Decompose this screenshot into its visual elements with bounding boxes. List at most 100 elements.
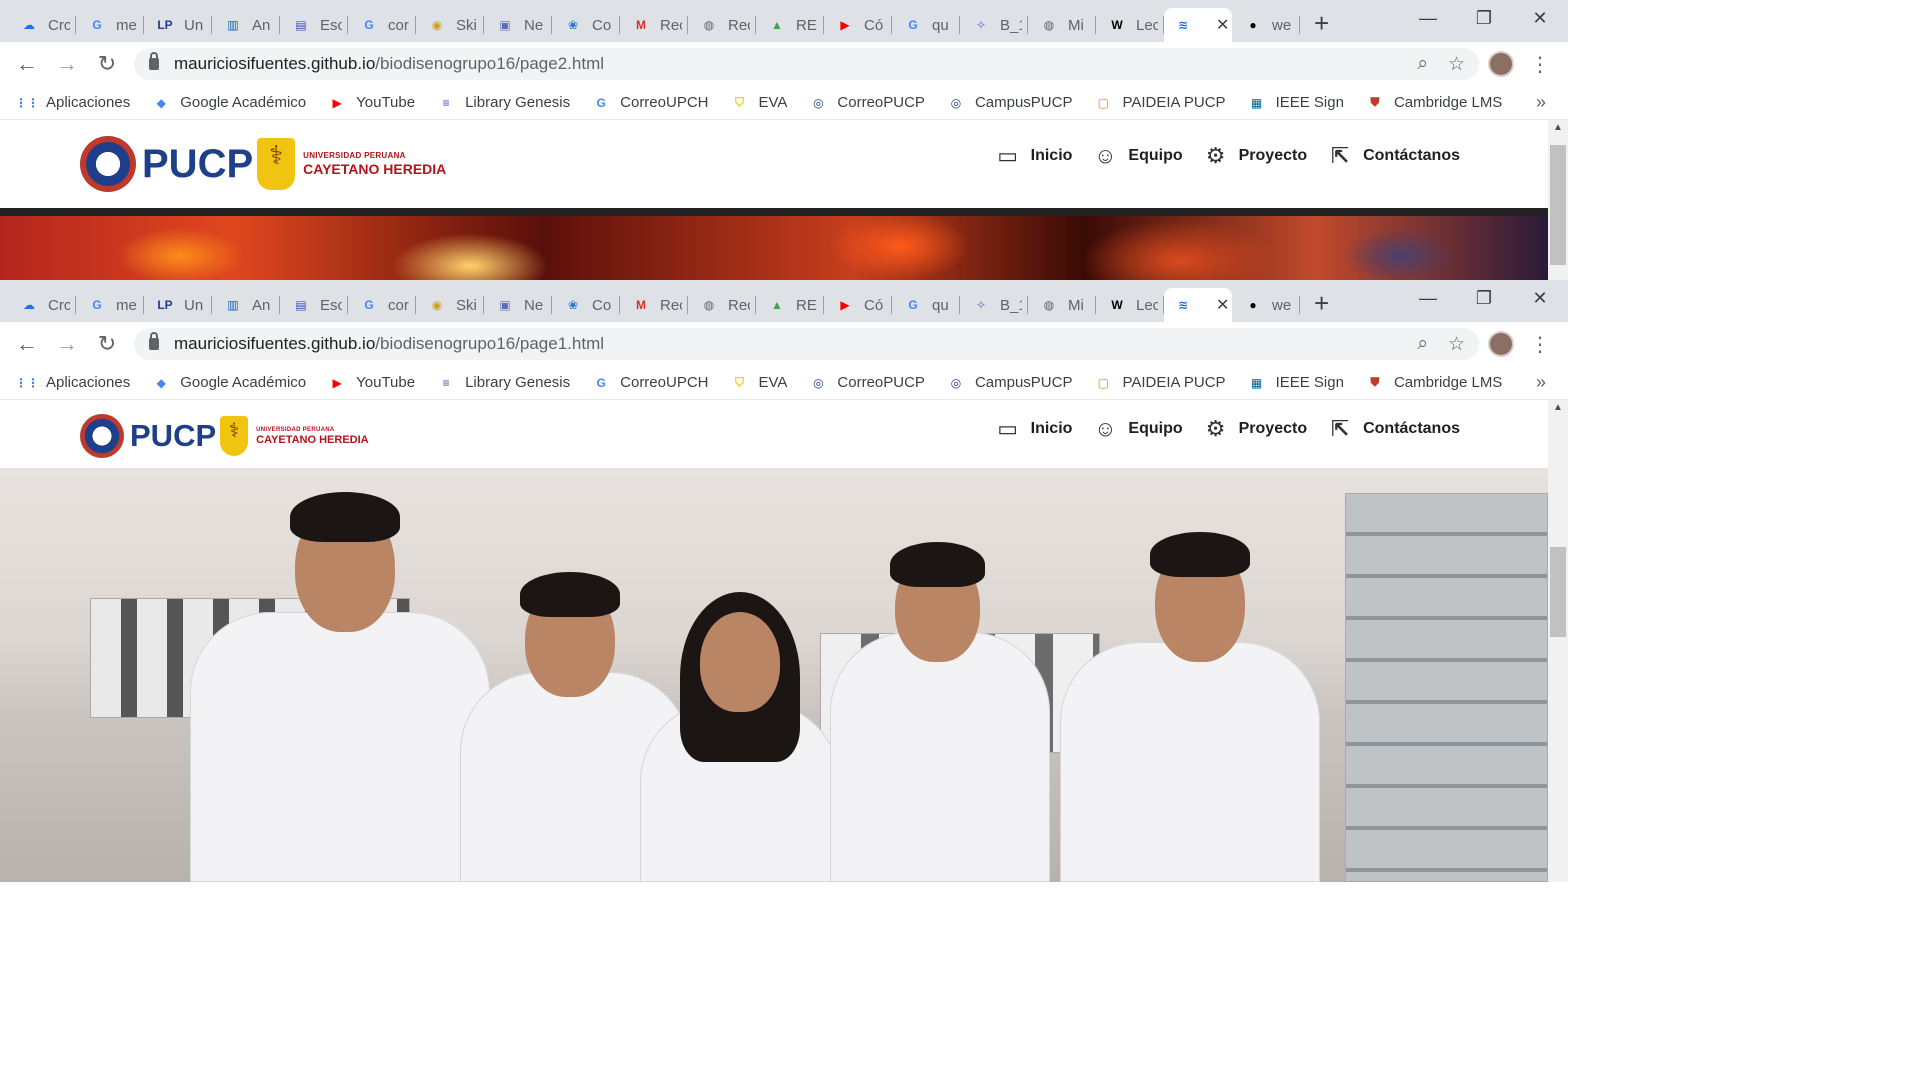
url-text[interactable]: mauriciosifuentes.github.io/biodisenogru… (174, 334, 604, 354)
browser-tab[interactable]: ● we (1232, 288, 1300, 322)
browser-tab[interactable]: ◉ Ski (416, 288, 484, 322)
browser-tab[interactable]: ▥ An (212, 288, 280, 322)
browser-tab-active[interactable]: ≋ ✕ (1164, 8, 1232, 42)
browser-tab[interactable]: W Lec (1096, 288, 1164, 322)
nav-link-equipo[interactable]: ☺ Equipo (1092, 416, 1182, 442)
bookmark-item[interactable]: ⛊ Cambridge LMS (1366, 374, 1502, 392)
bookmark-item[interactable]: ◎ CorreoPUCP (809, 374, 925, 392)
profile-avatar[interactable] (1488, 51, 1514, 77)
site-logo[interactable]: PUCP UNIVERSIDAD PERUANA CAYETANO HEREDI… (80, 136, 446, 192)
nav-link-proyecto[interactable]: ⚙ Proyecto (1203, 143, 1307, 169)
browser-tab[interactable]: LP Un (144, 288, 212, 322)
browser-tab[interactable]: ▤ Esc (280, 8, 348, 42)
bookmark-item[interactable]: ⋮⋮ Aplicaciones (15, 94, 130, 112)
bookmark-item[interactable]: ▦ IEEE Sign (1248, 94, 1344, 112)
bookmark-item[interactable]: ◎ CorreoPUCP (809, 94, 925, 112)
restore-button[interactable]: ❐ (1456, 0, 1512, 36)
bookmark-item[interactable]: ◎ CampusPUCP (947, 94, 1073, 112)
browser-tab[interactable]: ◉ Ski (416, 8, 484, 42)
zoom-icon[interactable]: ⌕ (1417, 333, 1428, 356)
forward-button[interactable]: → (54, 51, 80, 77)
browser-tab[interactable]: ▲ REI (756, 288, 824, 322)
new-tab-button[interactable]: + (1314, 10, 1329, 36)
nav-link-proyecto[interactable]: ⚙ Proyecto (1203, 416, 1307, 442)
restore-button[interactable]: ❐ (1456, 280, 1512, 316)
browser-tab[interactable]: M Rec (620, 288, 688, 322)
bookmark-item[interactable]: ◎ CampusPUCP (947, 374, 1073, 392)
page-scrollbar[interactable]: ▲ (1548, 120, 1568, 280)
browser-tab[interactable]: ▣ Ne (484, 8, 552, 42)
bookmark-item[interactable]: ▶ YouTube (328, 374, 416, 392)
browser-tab[interactable]: ▲ REI (756, 8, 824, 42)
browser-tab[interactable]: ◍ Mi (1028, 288, 1096, 322)
close-tab-icon[interactable]: ✕ (1216, 295, 1229, 315)
bookmark-star-icon[interactable]: ☆ (1448, 333, 1465, 356)
address-bar[interactable]: mauriciosifuentes.github.io/biodisenogru… (134, 328, 1479, 360)
browser-menu-icon[interactable]: ⋮ (1530, 52, 1550, 77)
zoom-icon[interactable]: ⌕ (1417, 53, 1428, 76)
nav-link-contctanos[interactable]: ⇱ Contáctanos (1327, 143, 1460, 169)
back-button[interactable]: ← (14, 331, 40, 357)
bookmark-item[interactable]: ≡ Library Genesis (437, 94, 571, 112)
browser-tab[interactable]: ☁ Crc (8, 8, 76, 42)
bookmarks-overflow-button[interactable]: » (1536, 92, 1546, 113)
browser-tab[interactable]: Gcor (348, 8, 416, 42)
nav-link-inicio[interactable]: ▭ Inicio (995, 143, 1072, 169)
scroll-up-icon[interactable]: ▲ (1553, 122, 1563, 133)
reload-button[interactable]: ↻ (94, 51, 120, 77)
bookmarks-overflow-button[interactable]: » (1536, 372, 1546, 393)
forward-button[interactable]: → (54, 331, 80, 357)
close-window-button[interactable]: ✕ (1512, 280, 1568, 316)
browser-tab[interactable]: Gme (76, 288, 144, 322)
close-window-button[interactable]: ✕ (1512, 0, 1568, 36)
url-text[interactable]: mauriciosifuentes.github.io/biodisenogru… (174, 54, 604, 74)
bookmark-item[interactable]: ◆ Google Académico (152, 94, 307, 112)
bookmark-item[interactable]: G CorreoUPCH (592, 94, 708, 112)
bookmark-item[interactable]: G CorreoUPCH (592, 374, 708, 392)
browser-tab[interactable]: ▣ Ne (484, 288, 552, 322)
nav-link-inicio[interactable]: ▭ Inicio (995, 416, 1072, 442)
browser-tab[interactable]: ✧ B_1 (960, 288, 1028, 322)
browser-tab[interactable]: ▥ An (212, 8, 280, 42)
browser-tab-active[interactable]: ≋ ✕ (1164, 288, 1232, 322)
reload-button[interactable]: ↻ (94, 331, 120, 357)
back-button[interactable]: ← (14, 51, 40, 77)
scrollbar-thumb[interactable] (1550, 547, 1566, 637)
browser-tab[interactable]: W Lec (1096, 8, 1164, 42)
bookmark-item[interactable]: ⛊ Cambridge LMS (1366, 94, 1502, 112)
browser-tab[interactable]: ❀ Co (552, 8, 620, 42)
minimize-button[interactable]: — (1400, 0, 1456, 36)
browser-tab[interactable]: ▶ Có (824, 8, 892, 42)
address-bar[interactable]: mauriciosifuentes.github.io/biodisenogru… (134, 48, 1479, 80)
browser-tab[interactable]: Gqu (892, 288, 960, 322)
minimize-button[interactable]: — (1400, 280, 1456, 316)
browser-tab[interactable]: ☁ Crc (8, 288, 76, 322)
bookmark-item[interactable]: ⋮⋮ Aplicaciones (15, 374, 130, 392)
browser-tab[interactable]: ▤ Esc (280, 288, 348, 322)
browser-tab[interactable]: ✧ B_1 (960, 8, 1028, 42)
browser-tab[interactable]: ▶ Có (824, 288, 892, 322)
browser-menu-icon[interactable]: ⋮ (1530, 332, 1550, 357)
browser-tab[interactable]: ◍ Rec (688, 288, 756, 322)
browser-tab[interactable]: ❀ Co (552, 288, 620, 322)
bookmark-item[interactable]: ≡ Library Genesis (437, 374, 571, 392)
browser-tab[interactable]: ◍ Rec (688, 8, 756, 42)
bookmark-item[interactable]: ▶ YouTube (328, 94, 416, 112)
browser-tab[interactable]: ◍ Mi (1028, 8, 1096, 42)
new-tab-button[interactable]: + (1314, 290, 1329, 316)
bookmark-item[interactable]: ▢ PAIDEIA PUCP (1094, 374, 1226, 392)
browser-tab[interactable]: Gqu (892, 8, 960, 42)
nav-link-equipo[interactable]: ☺ Equipo (1092, 143, 1182, 169)
site-logo[interactable]: PUCP UNIVERSIDAD PERUANA CAYETANO HEREDI… (80, 414, 369, 458)
browser-tab[interactable]: Gcor (348, 288, 416, 322)
nav-link-contctanos[interactable]: ⇱ Contáctanos (1327, 416, 1460, 442)
bookmark-star-icon[interactable]: ☆ (1448, 53, 1465, 76)
bookmark-item[interactable]: ◆ Google Académico (152, 374, 307, 392)
browser-tab[interactable]: Gme (76, 8, 144, 42)
bookmark-item[interactable]: ⛉ EVA (731, 374, 787, 392)
bookmark-item[interactable]: ▦ IEEE Sign (1248, 374, 1344, 392)
browser-tab[interactable]: LP Un (144, 8, 212, 42)
browser-tab[interactable]: M Rec (620, 8, 688, 42)
browser-tab[interactable]: ● we (1232, 8, 1300, 42)
profile-avatar[interactable] (1488, 331, 1514, 357)
